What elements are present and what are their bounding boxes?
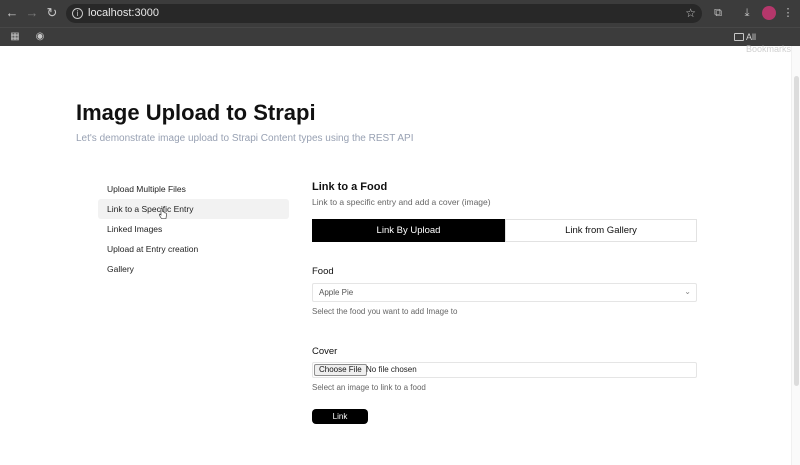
section-description: Link to a specific entry and add a cover… bbox=[312, 197, 491, 207]
cover-file-input[interactable]: Choose File No file chosen bbox=[312, 362, 697, 378]
food-help-text: Select the food you want to add Image to bbox=[312, 307, 458, 316]
page-title: Image Upload to Strapi bbox=[76, 100, 316, 125]
scrollbar-thumb[interactable] bbox=[794, 76, 799, 386]
cover-help-text: Select an image to link to a food bbox=[312, 383, 426, 392]
extensions-icon[interactable]: ⧉ bbox=[711, 6, 725, 20]
cover-label: Cover bbox=[312, 346, 338, 357]
hand-cursor-icon bbox=[159, 208, 167, 219]
food-select[interactable]: Apple Pie ⌄ bbox=[312, 283, 697, 302]
bookmark-star-icon[interactable]: ☆ bbox=[685, 6, 696, 20]
menu-dots-icon[interactable]: ⋮ bbox=[781, 6, 795, 20]
reload-icon[interactable]: ↻ bbox=[44, 5, 60, 21]
link-button[interactable]: Link bbox=[312, 409, 368, 424]
page-subtitle: Let's demonstrate image upload to Strapi… bbox=[76, 133, 414, 144]
file-status-text: No file chosen bbox=[366, 365, 417, 374]
tab-link-by-upload[interactable]: Link By Upload bbox=[312, 219, 505, 242]
browser-toolbar: ← → ↻ i localhost:3000 ☆ ⧉ ⤓ ⋮ bbox=[0, 0, 800, 27]
tab-link-from-gallery[interactable]: Link from Gallery bbox=[505, 219, 697, 242]
sidebar-item-upload-multiple-files[interactable]: Upload Multiple Files bbox=[98, 179, 289, 199]
apps-grid-icon[interactable]: ▦ bbox=[9, 31, 21, 43]
section-title: Link to a Food bbox=[312, 181, 388, 193]
bookmarks-bar: ▦ ◉ All Bookmarks bbox=[0, 27, 800, 54]
site-info-icon[interactable]: i bbox=[72, 8, 83, 19]
food-label: Food bbox=[312, 266, 334, 277]
profile-avatar[interactable] bbox=[762, 6, 776, 20]
page-scrollbar[interactable] bbox=[791, 46, 800, 465]
food-select-value: Apple Pie bbox=[319, 288, 354, 297]
sidebar-item-gallery[interactable]: Gallery bbox=[98, 259, 289, 279]
forward-arrow-icon[interactable]: → bbox=[24, 5, 40, 21]
address-bar[interactable]: i localhost:3000 ☆ bbox=[66, 4, 702, 23]
sidebar-item-upload-at-entry-creation[interactable]: Upload at Entry creation bbox=[98, 239, 289, 259]
chevron-down-icon: ⌄ bbox=[684, 287, 691, 296]
sidebar-item-linked-images[interactable]: Linked Images bbox=[98, 219, 289, 239]
choose-file-button[interactable]: Choose File bbox=[314, 364, 367, 376]
back-arrow-icon[interactable]: ← bbox=[4, 5, 20, 21]
download-icon[interactable]: ⤓ bbox=[740, 6, 754, 20]
globe-icon[interactable]: ◉ bbox=[34, 31, 46, 43]
folder-icon[interactable] bbox=[734, 33, 744, 41]
sidebar-item-link-to-specific-entry[interactable]: Link to a Specific Entry bbox=[98, 199, 289, 219]
address-url[interactable]: localhost:3000 bbox=[88, 7, 159, 20]
